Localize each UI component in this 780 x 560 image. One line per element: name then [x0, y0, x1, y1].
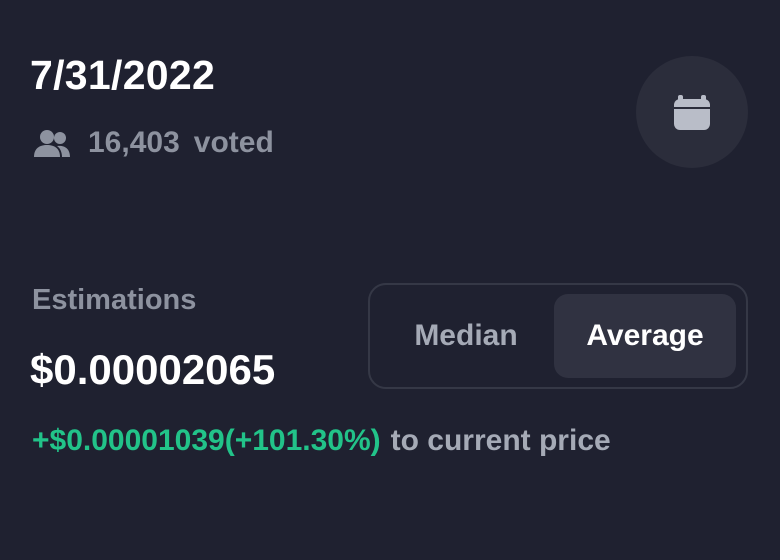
calendar-icon: [672, 92, 712, 132]
voters-label: voted: [193, 126, 274, 159]
users-icon: [32, 128, 72, 158]
average-option[interactable]: Average: [554, 294, 736, 378]
calendar-button[interactable]: [636, 56, 748, 168]
voters-row: 16,403 voted: [32, 126, 274, 160]
estimation-date: 7/31/2022: [30, 52, 216, 98]
estimations-label: Estimations: [32, 284, 197, 316]
estimation-value: $0.00002065: [30, 346, 276, 393]
price-change: +$0.00001039(+101.30%) to current price: [32, 424, 611, 458]
median-average-toggle: Median Average: [368, 283, 748, 389]
price-change-delta: +$0.00001039(+101.30%): [32, 424, 381, 457]
median-option[interactable]: Median: [378, 294, 554, 378]
price-change-suffix: to current price: [390, 424, 611, 457]
voters-count: 16,403: [88, 126, 180, 159]
estimation-card: 7/31/2022 16,403 voted Estimations $0.00…: [0, 0, 780, 560]
